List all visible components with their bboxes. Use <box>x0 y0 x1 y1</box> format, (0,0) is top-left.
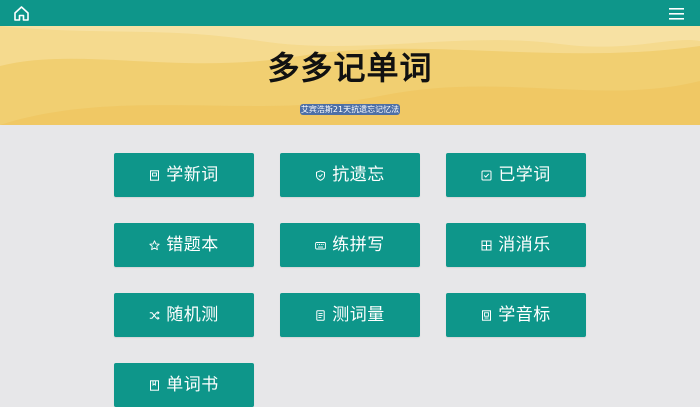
keyboard-icon <box>315 240 327 251</box>
shield-icon <box>315 169 326 181</box>
match-game-button[interactable]: 消消乐 <box>446 223 586 267</box>
star-icon <box>149 239 160 251</box>
tile-label: 已学词 <box>498 165 551 185</box>
tile-label: 消消乐 <box>498 235 551 255</box>
hamburger-menu-icon[interactable] <box>669 6 684 20</box>
tile-label: 学音标 <box>498 305 551 325</box>
clipboard-icon <box>315 309 326 321</box>
random-test-button[interactable]: 随机测 <box>114 293 254 337</box>
tile-label: 单词书 <box>166 375 219 395</box>
shuffle-icon <box>149 310 160 321</box>
phonetic-book-icon <box>481 309 492 321</box>
tile-label: 随机测 <box>166 305 219 325</box>
vocabulary-test-button[interactable]: 测词量 <box>280 293 420 337</box>
tile-label: 练拼写 <box>332 235 385 255</box>
hero-banner: 多多记单词 艾宾浩斯21天抗遗忘记忆法 <box>0 26 700 125</box>
tile-label: 抗遗忘 <box>332 165 385 185</box>
page-title: 多多记单词 <box>267 49 433 87</box>
checkbox-icon <box>481 170 492 181</box>
book-icon <box>149 169 160 181</box>
subtitle-badge: 艾宾浩斯21天抗遗忘记忆法 <box>300 104 400 115</box>
spelling-practice-button[interactable]: 练拼写 <box>280 223 420 267</box>
learned-words-button[interactable]: 已学词 <box>446 153 586 197</box>
mistakes-book-button[interactable]: 错题本 <box>114 223 254 267</box>
tile-label: 学新词 <box>166 165 219 185</box>
tile-label: 测词量 <box>332 305 385 325</box>
anti-forget-button[interactable]: 抗遗忘 <box>280 153 420 197</box>
learn-phonetics-button[interactable]: 学音标 <box>446 293 586 337</box>
grid-icon <box>481 240 492 251</box>
tile-label: 错题本 <box>166 235 219 255</box>
home-icon[interactable] <box>13 5 30 22</box>
bookmark-book-icon <box>149 379 160 391</box>
learn-new-words-button[interactable]: 学新词 <box>114 153 254 197</box>
word-books-button[interactable]: 单词书 <box>114 363 254 407</box>
top-bar <box>0 0 700 26</box>
